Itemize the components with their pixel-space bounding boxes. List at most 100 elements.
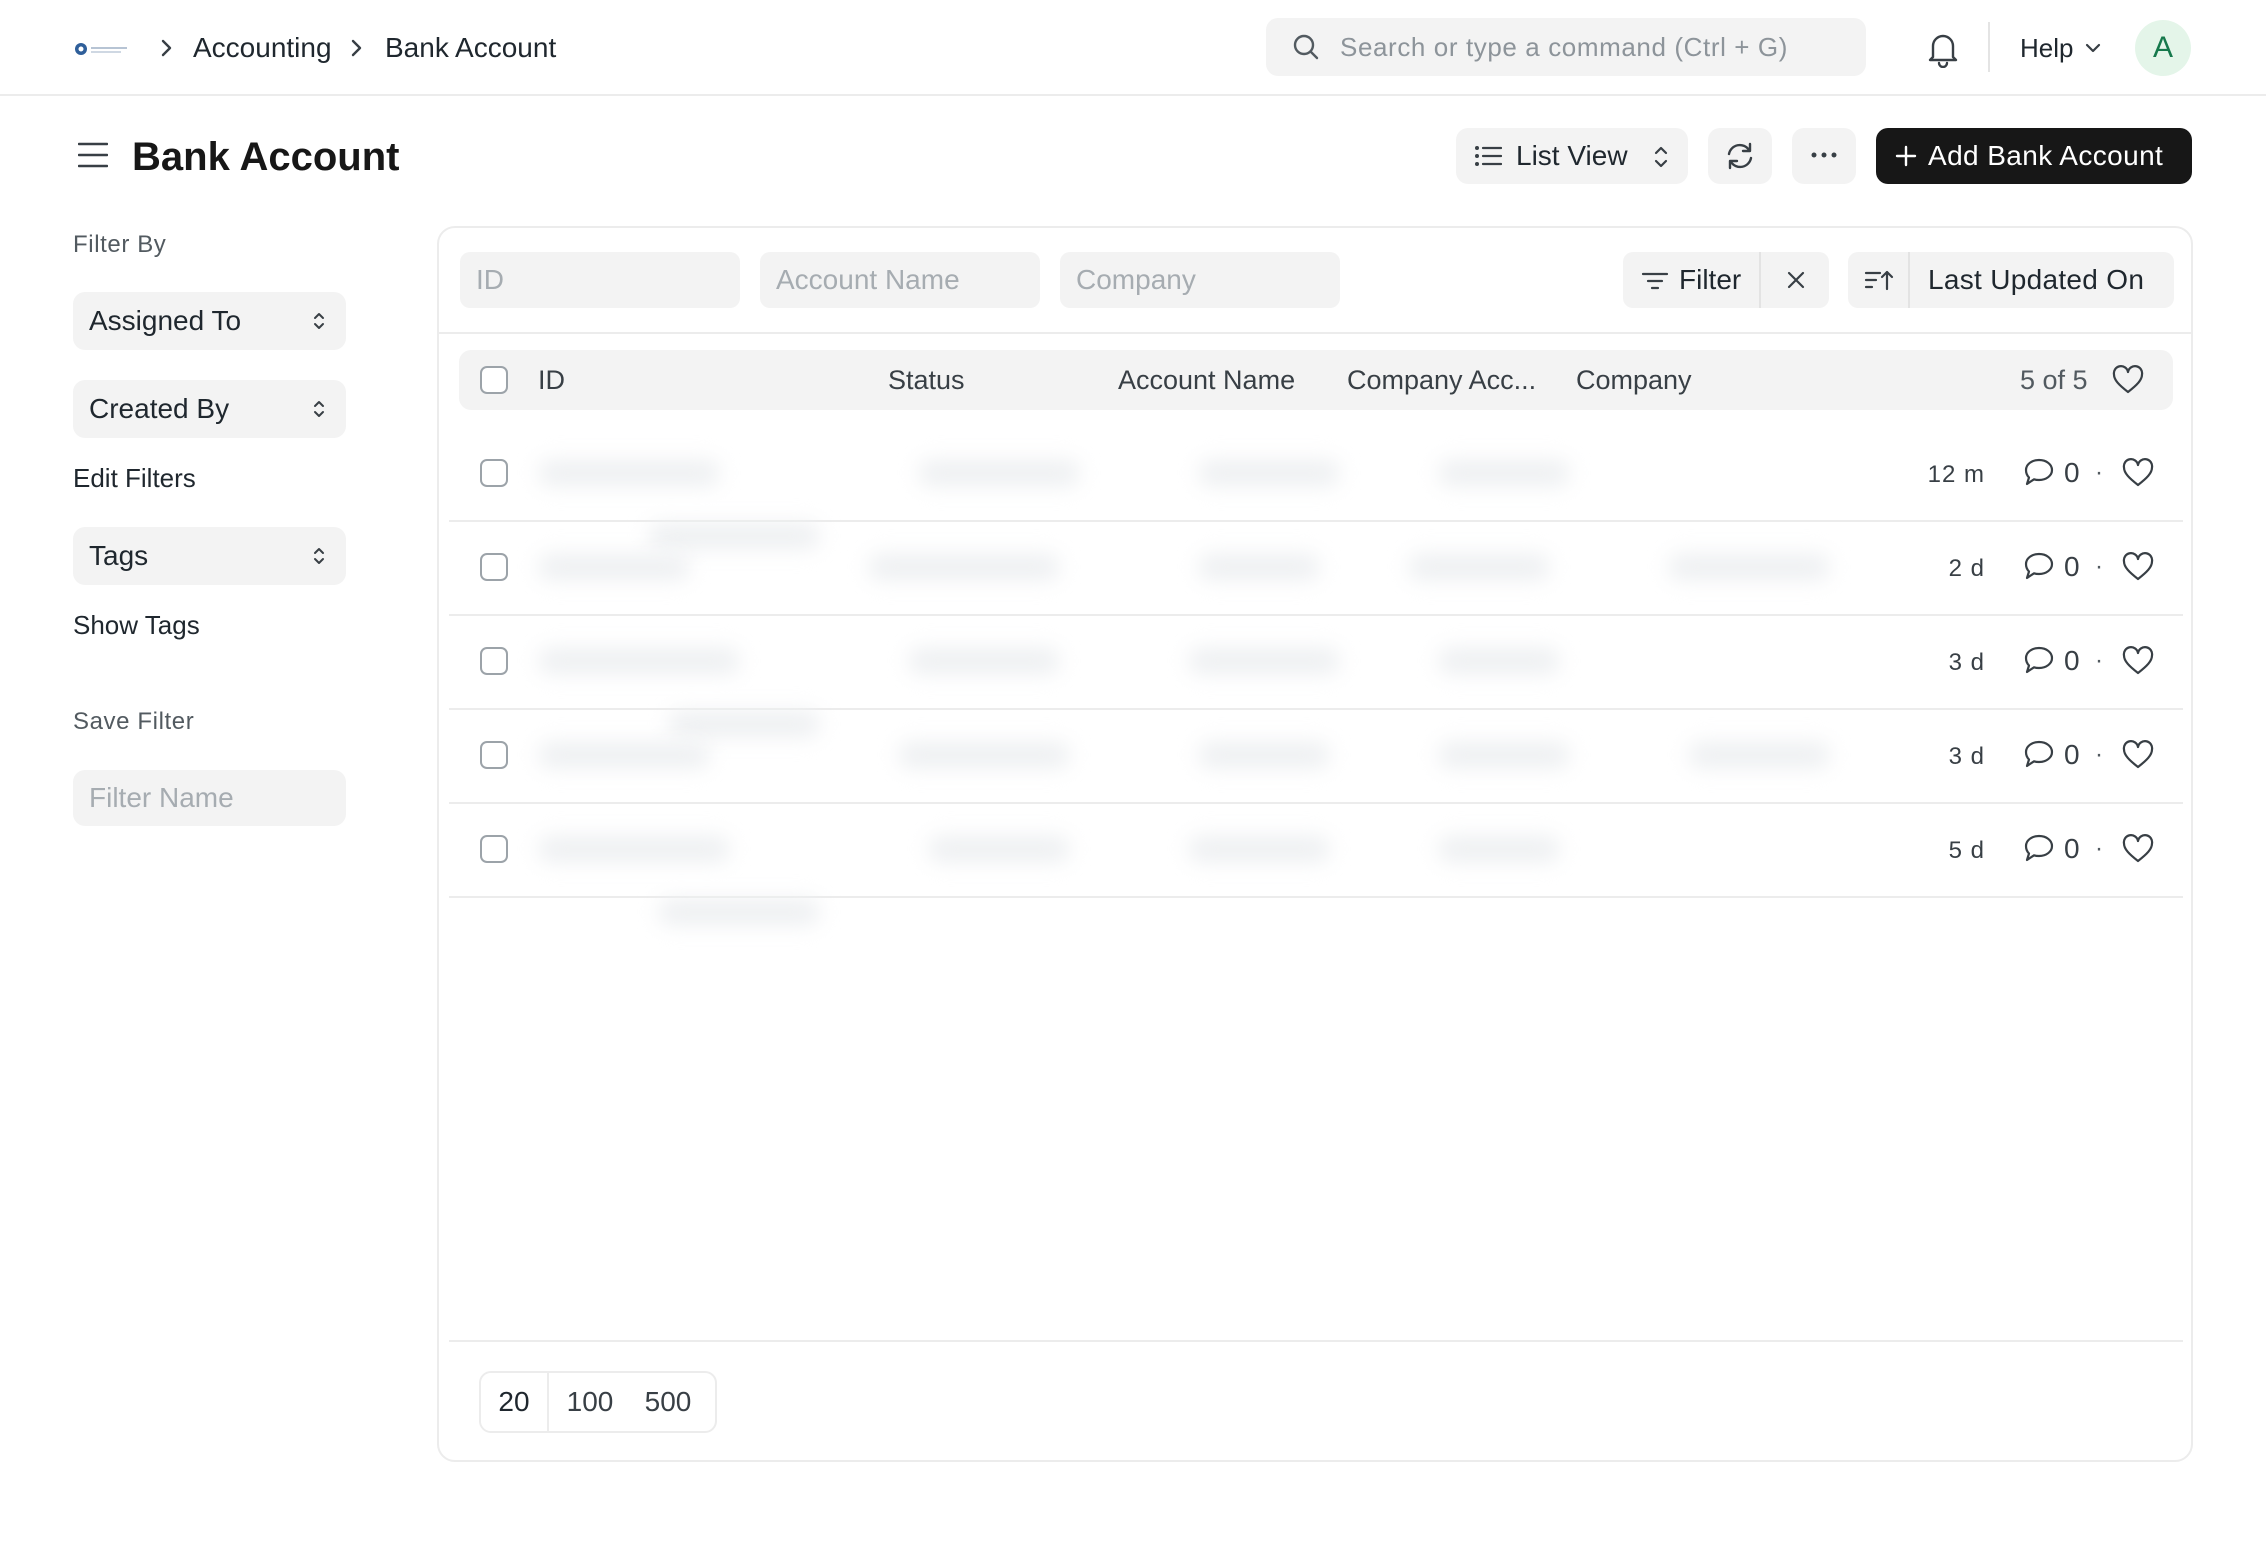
assigned-to-select[interactable]: Assigned To <box>73 292 346 350</box>
id-filter-input[interactable] <box>460 252 740 308</box>
app-logo-icon[interactable] <box>74 40 130 58</box>
toolbar-divider <box>439 332 2191 334</box>
plus-icon <box>1895 145 1917 167</box>
clear-filters-button[interactable] <box>1763 252 1829 308</box>
redacted-row-content <box>539 804 1835 925</box>
more-actions-button[interactable] <box>1792 128 1856 184</box>
comment-icon <box>2024 552 2054 580</box>
table-row[interactable]: 5 d 0 · <box>449 804 2183 925</box>
chevron-right-icon <box>351 39 362 57</box>
save-filter-heading: Save Filter <box>73 708 195 735</box>
heart-icon[interactable] <box>2111 365 2145 395</box>
filter-label: Filter <box>1679 264 1742 295</box>
heart-icon[interactable] <box>2121 740 2155 770</box>
row-separator-dot: · <box>2095 553 2103 580</box>
sort-group: Last Updated On <box>1848 252 2174 308</box>
row-modified-time: 5 d <box>1948 837 1985 864</box>
row-comment-count: 0 <box>2064 833 2080 864</box>
close-icon <box>1787 271 1805 289</box>
row-checkbox[interactable] <box>480 553 508 581</box>
table-row[interactable]: 3 d 0 · <box>449 616 2183 737</box>
notification-bell-icon[interactable] <box>1926 30 1960 68</box>
column-header-id: ID <box>538 365 565 395</box>
heart-icon[interactable] <box>2121 458 2155 488</box>
row-checkbox[interactable] <box>480 741 508 769</box>
account-name-filter-input[interactable] <box>760 252 1040 308</box>
assigned-to-label: Assigned To <box>89 305 242 336</box>
page-length-500[interactable]: 500 <box>633 1373 703 1431</box>
page-length-20[interactable]: 20 <box>481 1373 549 1431</box>
heart-icon[interactable] <box>2121 834 2155 864</box>
search-bar[interactable]: Search or type a command (Ctrl + G) <box>1266 18 1866 76</box>
filter-icon <box>1641 272 1669 290</box>
table-row[interactable]: 12 m 0 · <box>449 428 2183 549</box>
add-bank-account-button[interactable]: Add Bank Account <box>1876 128 2192 184</box>
sort-direction-button[interactable] <box>1848 252 1910 308</box>
record-count: 5 of 5 <box>2020 365 2088 395</box>
table-row[interactable]: 2 d 0 · <box>449 522 2183 616</box>
sort-ascending-icon <box>1864 270 1894 291</box>
row-checkbox[interactable] <box>480 647 508 675</box>
row-separator-dot: · <box>2095 459 2103 486</box>
row-modified-time: 12 m <box>1927 461 1985 488</box>
user-avatar[interactable]: A <box>2135 20 2191 76</box>
table-row[interactable]: 3 d 0 · <box>449 710 2183 804</box>
updown-icon <box>1654 146 1668 168</box>
row-modified-time: 3 d <box>1948 649 1985 676</box>
comment-icon <box>2024 834 2054 862</box>
sort-by-selector[interactable]: Last Updated On <box>1928 260 2144 300</box>
created-by-select[interactable]: Created By <box>73 380 346 438</box>
list-icon <box>1475 146 1502 166</box>
tags-label: Tags <box>89 540 149 571</box>
page-length-100[interactable]: 100 <box>557 1373 623 1431</box>
row-comment-count: 0 <box>2064 457 2080 488</box>
filter-group: Filter <box>1623 252 1829 308</box>
refresh-button[interactable] <box>1708 128 1772 184</box>
list-view-switcher[interactable]: List View <box>1456 128 1688 184</box>
row-checkbox[interactable] <box>480 835 508 863</box>
sidebar-toggle-icon[interactable] <box>78 140 108 170</box>
row-comment-count: 0 <box>2064 645 2080 676</box>
add-bank-account-label: Add Bank Account <box>1928 140 2164 171</box>
edit-filters-link[interactable]: Edit Filters <box>73 460 196 496</box>
updown-icon <box>314 313 324 329</box>
row-separator-dot: · <box>2095 741 2103 768</box>
select-all-checkbox[interactable] <box>480 366 508 394</box>
row-comment-count: 0 <box>2064 551 2080 582</box>
row-checkbox[interactable] <box>480 459 508 487</box>
ellipsis-icon <box>1811 152 1837 158</box>
list-frame: Filter Last Updated On ID Status Account… <box>437 226 2193 1462</box>
list-view-label: List View <box>1516 140 1628 171</box>
heart-icon[interactable] <box>2121 552 2155 582</box>
redacted-row-content <box>539 710 1835 802</box>
show-tags-link[interactable]: Show Tags <box>73 607 200 643</box>
breadcrumb-bank-account[interactable]: Bank Account <box>385 28 556 68</box>
tags-select[interactable]: Tags <box>73 527 346 585</box>
row-separator-dot: · <box>2095 647 2103 674</box>
comment-icon <box>2024 458 2054 486</box>
redacted-row-content <box>539 428 1835 549</box>
table-header: ID Status Account Name Company Acc... Co… <box>459 350 2173 410</box>
redacted-row-content <box>539 522 1835 614</box>
company-filter-input[interactable] <box>1060 252 1340 308</box>
page-length-selector: 20 100 500 <box>479 1371 717 1433</box>
row-modified-time: 2 d <box>1948 555 1985 582</box>
row-comment-count: 0 <box>2064 739 2080 770</box>
chevron-down-icon[interactable] <box>2083 38 2103 58</box>
breadcrumb-accounting[interactable]: Accounting <box>193 28 332 68</box>
comment-icon <box>2024 740 2054 768</box>
filter-by-heading: Filter By <box>73 231 167 258</box>
comment-icon <box>2024 646 2054 674</box>
column-header-account-name: Account Name <box>1118 365 1296 395</box>
updown-icon <box>314 548 324 564</box>
footer-divider <box>449 1340 2183 1342</box>
help-menu[interactable]: Help <box>2020 28 2073 68</box>
refresh-icon <box>1727 142 1753 170</box>
row-separator-dot: · <box>2095 835 2103 862</box>
filter-name-input[interactable] <box>73 770 346 826</box>
column-header-company: Company <box>1576 365 1692 395</box>
redacted-row-content <box>539 616 1835 737</box>
heart-icon[interactable] <box>2121 646 2155 676</box>
filter-button[interactable]: Filter <box>1623 252 1761 308</box>
row-modified-time: 3 d <box>1948 743 1985 770</box>
